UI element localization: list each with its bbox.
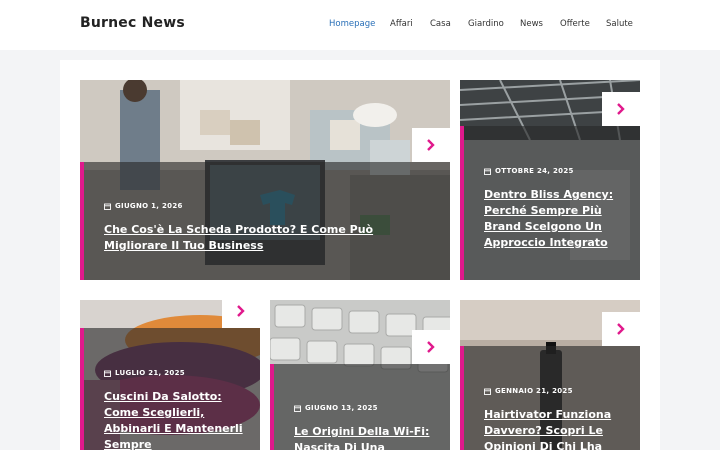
calendar-icon xyxy=(484,168,491,175)
article-title[interactable]: Le Origini Della Wi-Fi: Nascita Di Una xyxy=(294,424,444,450)
chevron-right-icon xyxy=(237,305,245,317)
article-date-text: GIUGNO 13, 2025 xyxy=(305,404,378,412)
article-overlay xyxy=(80,162,450,280)
article-date: GENNAIO 21, 2025 xyxy=(484,387,573,395)
article-title[interactable]: Che Cos'è La Scheda Prodotto? E Come Può… xyxy=(104,222,439,254)
article-card[interactable]: GIUGNO 13, 2025 Le Origini Della Wi-Fi: … xyxy=(270,300,450,450)
article-date: GIUGNO 1, 2026 xyxy=(104,202,183,210)
article-date: GIUGNO 13, 2025 xyxy=(294,404,378,412)
article-date-text: GENNAIO 21, 2025 xyxy=(495,387,573,395)
calendar-icon xyxy=(104,370,111,377)
chevron-right-icon xyxy=(617,103,625,115)
nav-item-homepage[interactable]: Homepage xyxy=(329,19,375,29)
article-date-text: LUGLIO 21, 2025 xyxy=(115,369,185,377)
article-title[interactable]: Hairtivator Funziona Davvero? Scopri Le … xyxy=(484,407,634,450)
calendar-icon xyxy=(484,388,491,395)
read-more-button[interactable] xyxy=(602,92,640,126)
read-more-button[interactable] xyxy=(412,330,450,364)
article-title[interactable]: Dentro Bliss Agency: Perché Sempre Più B… xyxy=(484,187,634,251)
article-date: OTTOBRE 24, 2025 xyxy=(484,167,574,175)
read-more-button[interactable] xyxy=(222,300,260,328)
article-title[interactable]: Cuscini Da Salotto: Come Sceglierli, Abb… xyxy=(104,389,254,450)
chevron-right-icon xyxy=(427,139,435,151)
read-more-button[interactable] xyxy=(602,312,640,346)
calendar-icon xyxy=(104,203,111,210)
chevron-right-icon xyxy=(427,341,435,353)
nav-item-casa[interactable]: Casa xyxy=(430,19,451,29)
article-date-text: GIUGNO 1, 2026 xyxy=(115,202,183,210)
article-card[interactable]: OTTOBRE 24, 2025 Dentro Bliss Agency: Pe… xyxy=(460,80,640,280)
article-date: LUGLIO 21, 2025 xyxy=(104,369,185,377)
article-card[interactable]: LUGLIO 21, 2025 Cuscini Da Salotto: Come… xyxy=(80,300,260,450)
nav-item-offerte[interactable]: Offerte xyxy=(560,19,590,29)
nav-item-affari[interactable]: Affari xyxy=(390,19,413,29)
main-nav: Homepage Affari Casa Giardino News Offer… xyxy=(0,19,720,33)
article-card[interactable]: GENNAIO 21, 2025 Hairtivator Funziona Da… xyxy=(460,300,640,450)
site-header: Burnec News Homepage Affari Casa Giardin… xyxy=(0,0,720,50)
calendar-icon xyxy=(294,405,301,412)
nav-item-giardino[interactable]: Giardino xyxy=(468,19,504,29)
read-more-button[interactable] xyxy=(412,128,450,162)
article-date-text: OTTOBRE 24, 2025 xyxy=(495,167,574,175)
nav-item-salute[interactable]: Salute xyxy=(606,19,633,29)
chevron-right-icon xyxy=(617,323,625,335)
article-card[interactable]: GIUGNO 1, 2026 Che Cos'è La Scheda Prodo… xyxy=(80,80,450,280)
nav-item-news[interactable]: News xyxy=(520,19,543,29)
